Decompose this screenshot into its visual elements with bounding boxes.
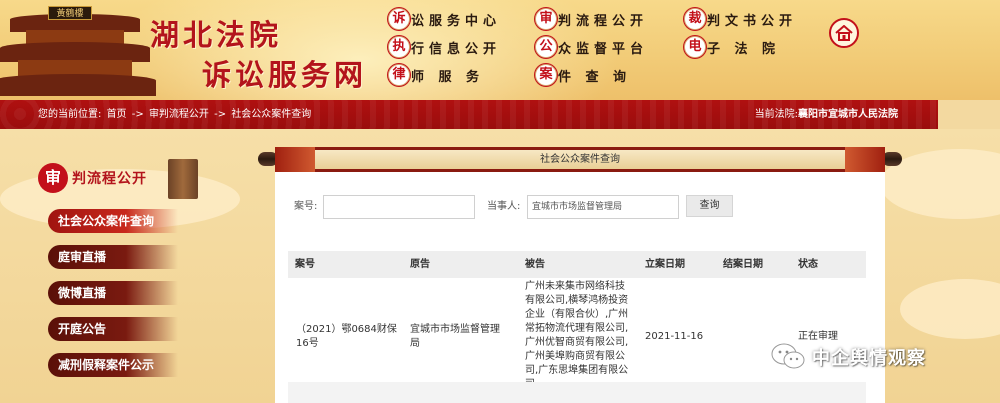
col-closing-date: 结案日期 bbox=[723, 259, 763, 270]
nav-badge: 裁 bbox=[684, 8, 706, 30]
nav-case-query[interactable]: 案 件 查 询 bbox=[535, 64, 631, 86]
cell-defendant: 广州未来集市网络科技 有限公司,横琴鸿杨投资 企业（有限合伙）,广州 常拓物流代… bbox=[525, 281, 629, 390]
breadcrumb-bar: 您的当前位置: 首页 -> 审判流程公开 -> 社会公众案件查询 当前法院:襄阳… bbox=[0, 100, 938, 129]
cell-plaintiff: 宜城市市场监督管理 局 bbox=[410, 324, 500, 349]
watermark: 中企舆情观察 bbox=[770, 342, 926, 372]
col-plaintiff: 原告 bbox=[410, 259, 430, 270]
wechat-icon bbox=[770, 342, 806, 372]
table-footer bbox=[288, 382, 866, 403]
nav-label: 件 查 询 bbox=[558, 69, 632, 85]
search-form: 案号: 当事人: 宜城市市场监督管理局 查询 bbox=[275, 192, 885, 222]
col-case-no: 案号 bbox=[295, 259, 315, 270]
breadcrumb-separator: -> bbox=[131, 109, 144, 120]
breadcrumb-home[interactable]: 首页 bbox=[107, 109, 127, 120]
nav-lawyer-service[interactable]: 律 师 服 务 bbox=[388, 64, 484, 86]
nav-trial-process-disclosure[interactable]: 审 判流程公开 bbox=[535, 8, 648, 30]
query-button[interactable]: 查询 bbox=[686, 195, 733, 217]
scroll-header: 社会公众案件查询 bbox=[275, 147, 885, 172]
seal-icon: 审 bbox=[38, 163, 68, 193]
nav-badge: 执 bbox=[388, 36, 410, 58]
nav-label: 判文书公开 bbox=[707, 13, 798, 29]
court-name: 襄阳市宜城市人民法院 bbox=[798, 109, 898, 120]
site-title-line2: 诉讼服务网 bbox=[202, 58, 368, 92]
home-button[interactable] bbox=[829, 18, 859, 48]
col-filing-date: 立案日期 bbox=[645, 259, 685, 270]
table-header: 案号 原告 被告 立案日期 结案日期 状态 bbox=[288, 251, 866, 278]
col-status: 状态 bbox=[798, 259, 818, 270]
home-icon bbox=[835, 25, 853, 41]
nav-label: 判流程公开 bbox=[558, 13, 649, 29]
nav-label: 师 服 务 bbox=[411, 69, 485, 85]
col-defendant: 被告 bbox=[525, 259, 545, 270]
breadcrumb-current: 社会公众案件查询 bbox=[231, 109, 312, 120]
sidebar-item-commutation-parole[interactable]: 减刑假释案件公示 bbox=[48, 353, 178, 377]
watermark-text: 中企舆情观察 bbox=[812, 348, 926, 369]
breadcrumb: 您的当前位置: 首页 -> 审判流程公开 -> 社会公众案件查询 bbox=[38, 100, 313, 129]
nav-badge: 电 bbox=[684, 36, 706, 58]
breadcrumb-separator: -> bbox=[214, 109, 227, 120]
nav-execution-info[interactable]: 执 行信息公开 bbox=[388, 36, 501, 58]
sidebar-item-trial-live[interactable]: 庭审直播 bbox=[48, 245, 178, 269]
nav-badge: 律 bbox=[388, 64, 410, 86]
nav-label: 众监督平台 bbox=[558, 41, 649, 57]
current-court: 当前法院:襄阳市宜城市人民法院 bbox=[755, 100, 898, 129]
cell-case-no: （2021）鄂0684财保 16号 bbox=[296, 324, 397, 349]
nav-judgment-documents[interactable]: 裁 判文书公开 bbox=[684, 8, 797, 30]
nav-badge: 诉 bbox=[388, 8, 410, 30]
pagoda-sign: 黃鶴樓 bbox=[48, 6, 92, 20]
site-title-line1: 湖北法院 bbox=[150, 18, 283, 52]
nav-badge: 公 bbox=[535, 36, 557, 58]
sidebar-item-hearing-notice[interactable]: 开庭公告 bbox=[48, 317, 178, 341]
party-label: 当事人: bbox=[487, 201, 521, 212]
nav-badge: 案 bbox=[535, 64, 557, 86]
site-header: 黃鶴樓 湖北法院 诉讼服务网 诉 讼服务中心 审 判流程公开 裁 判文书公开 执… bbox=[0, 0, 1000, 100]
book-icon bbox=[168, 159, 198, 199]
breadcrumb-prefix: 您的当前位置: bbox=[38, 109, 102, 120]
scroll-rod-right bbox=[882, 152, 902, 166]
nav-litigation-service-center[interactable]: 诉 讼服务中心 bbox=[388, 8, 501, 30]
nav-label: 行信息公开 bbox=[411, 41, 502, 57]
case-no-input[interactable] bbox=[323, 195, 475, 219]
sidebar-item-public-case-query[interactable]: 社会公众案件查询 bbox=[48, 209, 178, 233]
nav-e-court[interactable]: 电 子 法 院 bbox=[684, 36, 780, 58]
nav-label: 子 法 院 bbox=[707, 41, 781, 57]
sidebar: 审 判流程公开 社会公众案件查询 庭审直播 微博直播 开庭公告 减刑假释案件公示 bbox=[0, 129, 230, 403]
nav-label: 讼服务中心 bbox=[411, 13, 502, 29]
nav-badge: 审 bbox=[535, 8, 557, 30]
sidebar-title-text: 判流程公开 bbox=[72, 171, 147, 187]
court-label: 当前法院: bbox=[754, 109, 798, 120]
nav-public-supervision[interactable]: 公 众监督平台 bbox=[535, 36, 648, 58]
scroll-title: 社会公众案件查询 bbox=[540, 154, 620, 165]
yellow-crane-tower-image: 黃鶴樓 bbox=[0, 0, 156, 100]
cell-filing-date: 2021-11-16 bbox=[645, 331, 704, 342]
sidebar-item-weibo-live[interactable]: 微博直播 bbox=[48, 281, 178, 305]
breadcrumb-trial-process[interactable]: 审判流程公开 bbox=[149, 109, 209, 120]
party-input[interactable]: 宜城市市场监督管理局 bbox=[527, 195, 679, 219]
case-no-label: 案号: bbox=[294, 201, 318, 212]
